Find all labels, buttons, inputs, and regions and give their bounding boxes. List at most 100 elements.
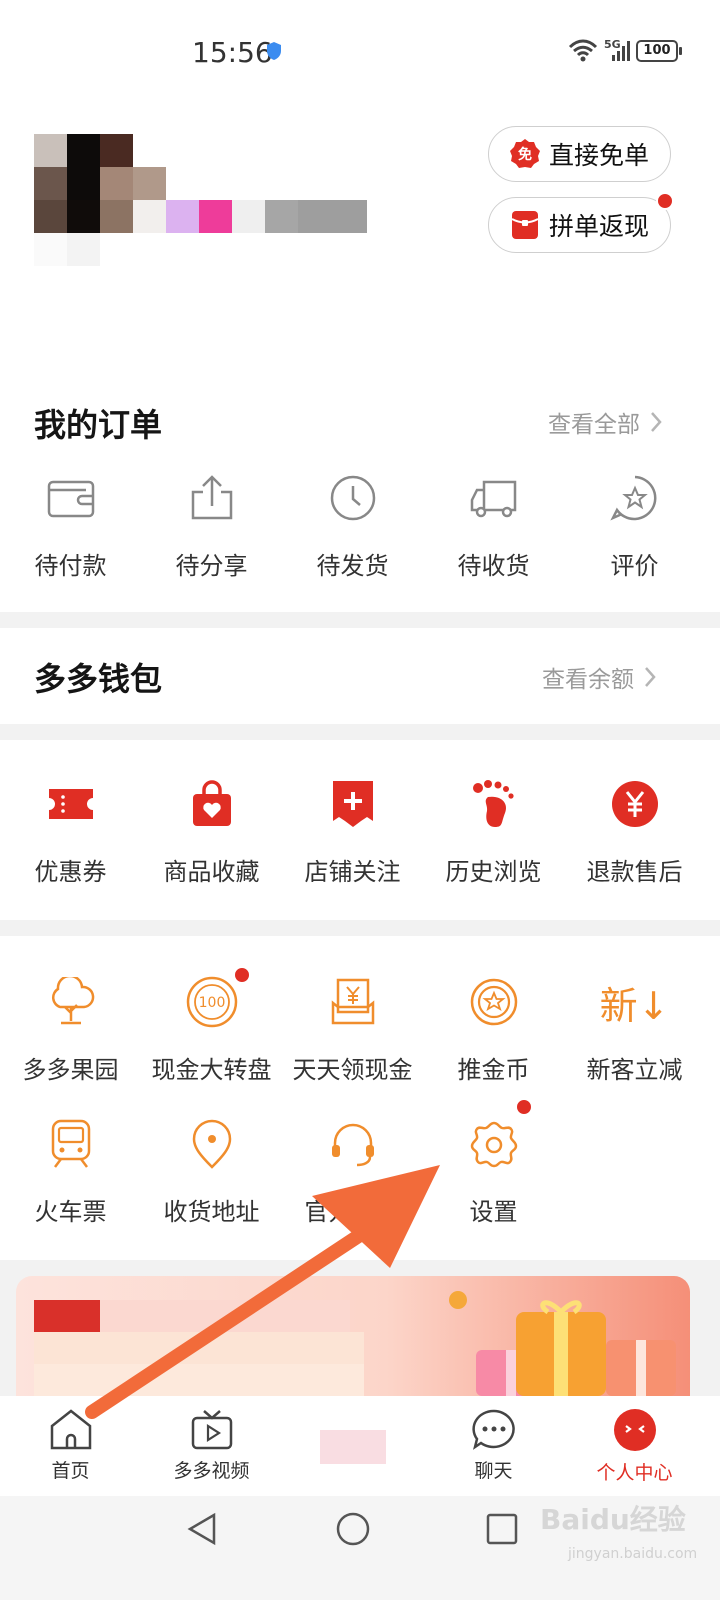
- tab-profile[interactable]: 个人中心: [564, 1396, 705, 1496]
- group-cashback-button[interactable]: 拼单返现: [488, 197, 671, 253]
- home-icon: [50, 1409, 91, 1450]
- wallet-balance-label: 查看余额: [542, 667, 634, 693]
- daily-cash-item[interactable]: 天天领现金: [282, 974, 423, 1085]
- quick-actions-row: 优惠券 商品收藏 店铺关注 历史浏览 退款售后: [0, 776, 720, 887]
- truck-icon: [470, 480, 516, 518]
- order-label: 待收货: [457, 552, 530, 580]
- order-pending-share[interactable]: 待分享: [141, 470, 282, 581]
- coin-icon: [470, 978, 517, 1026]
- services-card: 多多果园 100 现金大转盘 天天领现金 推金币 新↓ 新客立减 火车票 收货地…: [0, 936, 720, 1260]
- wallet-title: 多多钱包: [34, 660, 163, 698]
- quick-label: 商品收藏: [163, 858, 260, 886]
- orders-card: 我的订单 查看全部 待付款 待分享 待发货 待收货 评价: [0, 372, 720, 612]
- train-icon: [51, 1119, 90, 1168]
- order-label: 待分享: [175, 552, 248, 580]
- order-label: 待发货: [316, 552, 389, 580]
- order-pending-receive[interactable]: 待收货: [423, 470, 564, 581]
- free-order-button[interactable]: 免 直接免单: [488, 126, 671, 182]
- order-pending-ship[interactable]: 待发货: [282, 470, 423, 581]
- new-customer-item[interactable]: 新↓ 新客立减: [564, 974, 705, 1085]
- signal-icon: [612, 41, 630, 61]
- history-item[interactable]: 历史浏览: [423, 776, 564, 887]
- service-label: 官方客服: [304, 1198, 401, 1226]
- train-ticket-item[interactable]: 火车票: [0, 1116, 141, 1227]
- wallet-card[interactable]: 多多钱包 查看余额: [0, 628, 720, 724]
- orders-view-all-label: 查看全部: [548, 412, 640, 438]
- service-label: 天天领现金: [292, 1056, 413, 1084]
- favorites-item[interactable]: 商品收藏: [141, 776, 282, 887]
- footprint-icon: [472, 780, 514, 827]
- tab-label: 个人中心: [596, 1462, 673, 1484]
- tab-video[interactable]: 多多视频: [141, 1396, 282, 1496]
- tab-label: 多多视频: [173, 1460, 250, 1482]
- notification-dot: [656, 192, 674, 210]
- coupon-item[interactable]: 优惠券: [0, 776, 141, 887]
- service-label: 推金币: [457, 1056, 530, 1084]
- quick-actions-card: 优惠券 商品收藏 店铺关注 历史浏览 退款售后: [0, 740, 720, 920]
- wifi-icon: [568, 39, 598, 62]
- service-label: 收货地址: [163, 1198, 260, 1226]
- svg-text:100: 100: [198, 995, 225, 1011]
- order-pending-payment[interactable]: 待付款: [0, 470, 141, 581]
- wheel-100-icon: 100: [186, 976, 237, 1028]
- recents-icon[interactable]: [486, 1513, 518, 1545]
- wallet-icon: [47, 480, 94, 518]
- tab-center-pixelated[interactable]: [282, 1396, 423, 1496]
- tab-home[interactable]: 首页: [0, 1396, 141, 1496]
- customer-service-item[interactable]: 官方客服: [282, 1116, 423, 1227]
- star-bubble-icon: [609, 475, 656, 521]
- quick-label: 优惠券: [34, 858, 107, 886]
- yen-circle-icon: [611, 781, 658, 827]
- orders-view-all-link[interactable]: 查看全部: [548, 405, 662, 439]
- orders-title: 我的订单: [34, 406, 163, 444]
- clock-icon: [330, 475, 375, 521]
- new-down-icon: 新↓: [599, 983, 670, 1028]
- notification-dot: [233, 966, 251, 984]
- order-label: 待付款: [34, 552, 107, 580]
- gift-box-illustration: [449, 1291, 676, 1396]
- cash-wheel-item[interactable]: 100 现金大转盘: [141, 966, 282, 1085]
- back-icon[interactable]: [186, 1512, 218, 1546]
- order-review[interactable]: 评价: [564, 470, 705, 581]
- free-order-label: 直接免单: [549, 141, 650, 170]
- tree-icon: [51, 977, 94, 1025]
- service-label: 设置: [469, 1198, 518, 1226]
- settings-item[interactable]: 设置: [423, 1098, 564, 1227]
- group-cashback-label: 拼单返现: [549, 212, 650, 241]
- tab-label: 首页: [51, 1460, 90, 1482]
- heart-bag-icon: [192, 780, 231, 826]
- address-item[interactable]: 收货地址: [141, 1116, 282, 1227]
- service-label: 火车票: [34, 1198, 107, 1226]
- tab-chat[interactable]: 聊天: [423, 1396, 564, 1496]
- location-pin-icon: [192, 1119, 231, 1169]
- cash-box-icon: [331, 978, 374, 1025]
- coin-pusher-item[interactable]: 推金币: [423, 974, 564, 1085]
- order-status-row: 待付款 待分享 待发货 待收货 评价: [0, 470, 720, 581]
- profile-face-icon: [613, 1409, 656, 1451]
- red-envelope-icon: [509, 209, 541, 241]
- service-label: 新客立减: [586, 1056, 683, 1084]
- headset-icon: [331, 1123, 374, 1167]
- tab-label: 聊天: [474, 1460, 513, 1482]
- followed-shops-item[interactable]: 店铺关注: [282, 776, 423, 887]
- chevron-right-icon: [651, 412, 662, 432]
- quick-label: 退款售后: [586, 858, 683, 886]
- orchard-item[interactable]: 多多果园: [0, 974, 141, 1085]
- coupon-icon: [48, 789, 93, 819]
- notification-dot: [515, 1098, 533, 1116]
- service-label: 现金大转盘: [151, 1056, 272, 1084]
- avatar-pixelated[interactable]: [34, 134, 367, 268]
- services-row-2: 火车票 收货地址 官方客服 设置: [0, 1098, 720, 1227]
- wallet-balance-link[interactable]: 查看余额: [542, 660, 656, 694]
- refund-item[interactable]: 退款售后: [564, 776, 705, 887]
- service-label: 多多果园: [22, 1056, 119, 1084]
- chat-icon: [471, 1409, 515, 1450]
- free-badge-icon: 免: [509, 138, 541, 170]
- status-time: 15:56: [192, 36, 273, 69]
- shop-plus-icon: [332, 781, 373, 827]
- home-circle-icon[interactable]: [336, 1512, 370, 1546]
- promo-banner[interactable]: [16, 1276, 690, 1396]
- gear-icon: [470, 1121, 517, 1168]
- watermark: Baidu经验: [540, 1503, 686, 1536]
- quick-label: 店铺关注: [304, 858, 401, 886]
